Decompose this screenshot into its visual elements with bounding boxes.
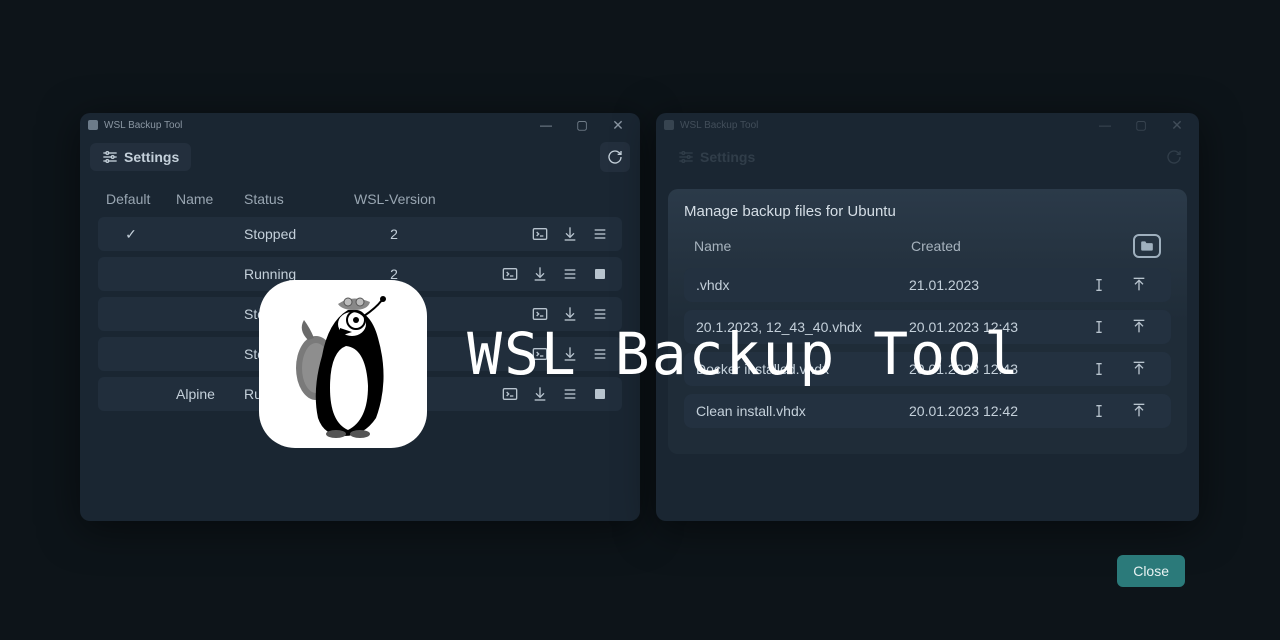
refresh-button[interactable] bbox=[600, 142, 630, 172]
sliders-icon bbox=[102, 149, 118, 165]
default-marker: ✓ bbox=[106, 226, 176, 243]
manage-backups-button[interactable] bbox=[592, 226, 608, 242]
col-name: Name bbox=[694, 238, 911, 254]
titlebar[interactable]: WSL Backup Tool — ▢ ✕ bbox=[80, 113, 640, 137]
app-logo bbox=[259, 280, 427, 448]
refresh-icon bbox=[607, 149, 623, 165]
col-version: WSL-Version bbox=[354, 191, 464, 207]
penguin-icon bbox=[278, 290, 408, 438]
refresh-button[interactable] bbox=[1159, 142, 1189, 172]
col-status: Status bbox=[244, 191, 354, 207]
hero-title: WSL Backup Tool bbox=[467, 320, 1021, 388]
hero-overlay: WSL Backup Tool bbox=[0, 260, 1280, 448]
settings-button[interactable]: Settings bbox=[666, 143, 767, 171]
col-default: Default bbox=[106, 191, 176, 207]
open-folder-button[interactable] bbox=[1133, 234, 1161, 258]
minimize-button[interactable]: — bbox=[528, 118, 564, 132]
titlebar[interactable]: WSL Backup Tool — ▢ ✕ bbox=[656, 113, 1199, 137]
app-icon-small bbox=[664, 120, 674, 130]
terminal-button[interactable] bbox=[532, 226, 548, 242]
window-title: WSL Backup Tool bbox=[104, 120, 528, 131]
toolbar: Settings bbox=[656, 137, 1199, 177]
close-label: Close bbox=[1133, 563, 1169, 579]
sliders-icon bbox=[678, 149, 694, 165]
toolbar: Settings bbox=[80, 137, 640, 177]
distro-status: Stopped bbox=[244, 226, 354, 242]
close-window-button[interactable]: ✕ bbox=[600, 117, 636, 134]
export-button[interactable] bbox=[562, 226, 578, 242]
settings-button[interactable]: Settings bbox=[90, 143, 191, 171]
refresh-icon bbox=[1166, 149, 1182, 165]
settings-label: Settings bbox=[124, 149, 179, 165]
minimize-button[interactable]: — bbox=[1087, 118, 1123, 132]
distro-row[interactable]: ✓ Stopped2 bbox=[98, 217, 622, 251]
maximize-button[interactable]: ▢ bbox=[1123, 118, 1159, 132]
maximize-button[interactable]: ▢ bbox=[564, 118, 600, 132]
settings-label: Settings bbox=[700, 149, 755, 165]
app-icon-small bbox=[88, 120, 98, 130]
column-headers: Default Name Status WSL-Version bbox=[98, 191, 622, 217]
dialog-title: Manage backup files for Ubuntu bbox=[684, 203, 1171, 220]
col-created: Created bbox=[911, 238, 1081, 254]
folder-icon bbox=[1140, 240, 1154, 252]
distro-version: 2 bbox=[354, 226, 464, 242]
close-dialog-button[interactable]: Close bbox=[1117, 555, 1185, 587]
window-title: WSL Backup Tool bbox=[680, 120, 1087, 131]
close-window-button[interactable]: ✕ bbox=[1159, 117, 1195, 134]
col-name: Name bbox=[176, 191, 244, 207]
